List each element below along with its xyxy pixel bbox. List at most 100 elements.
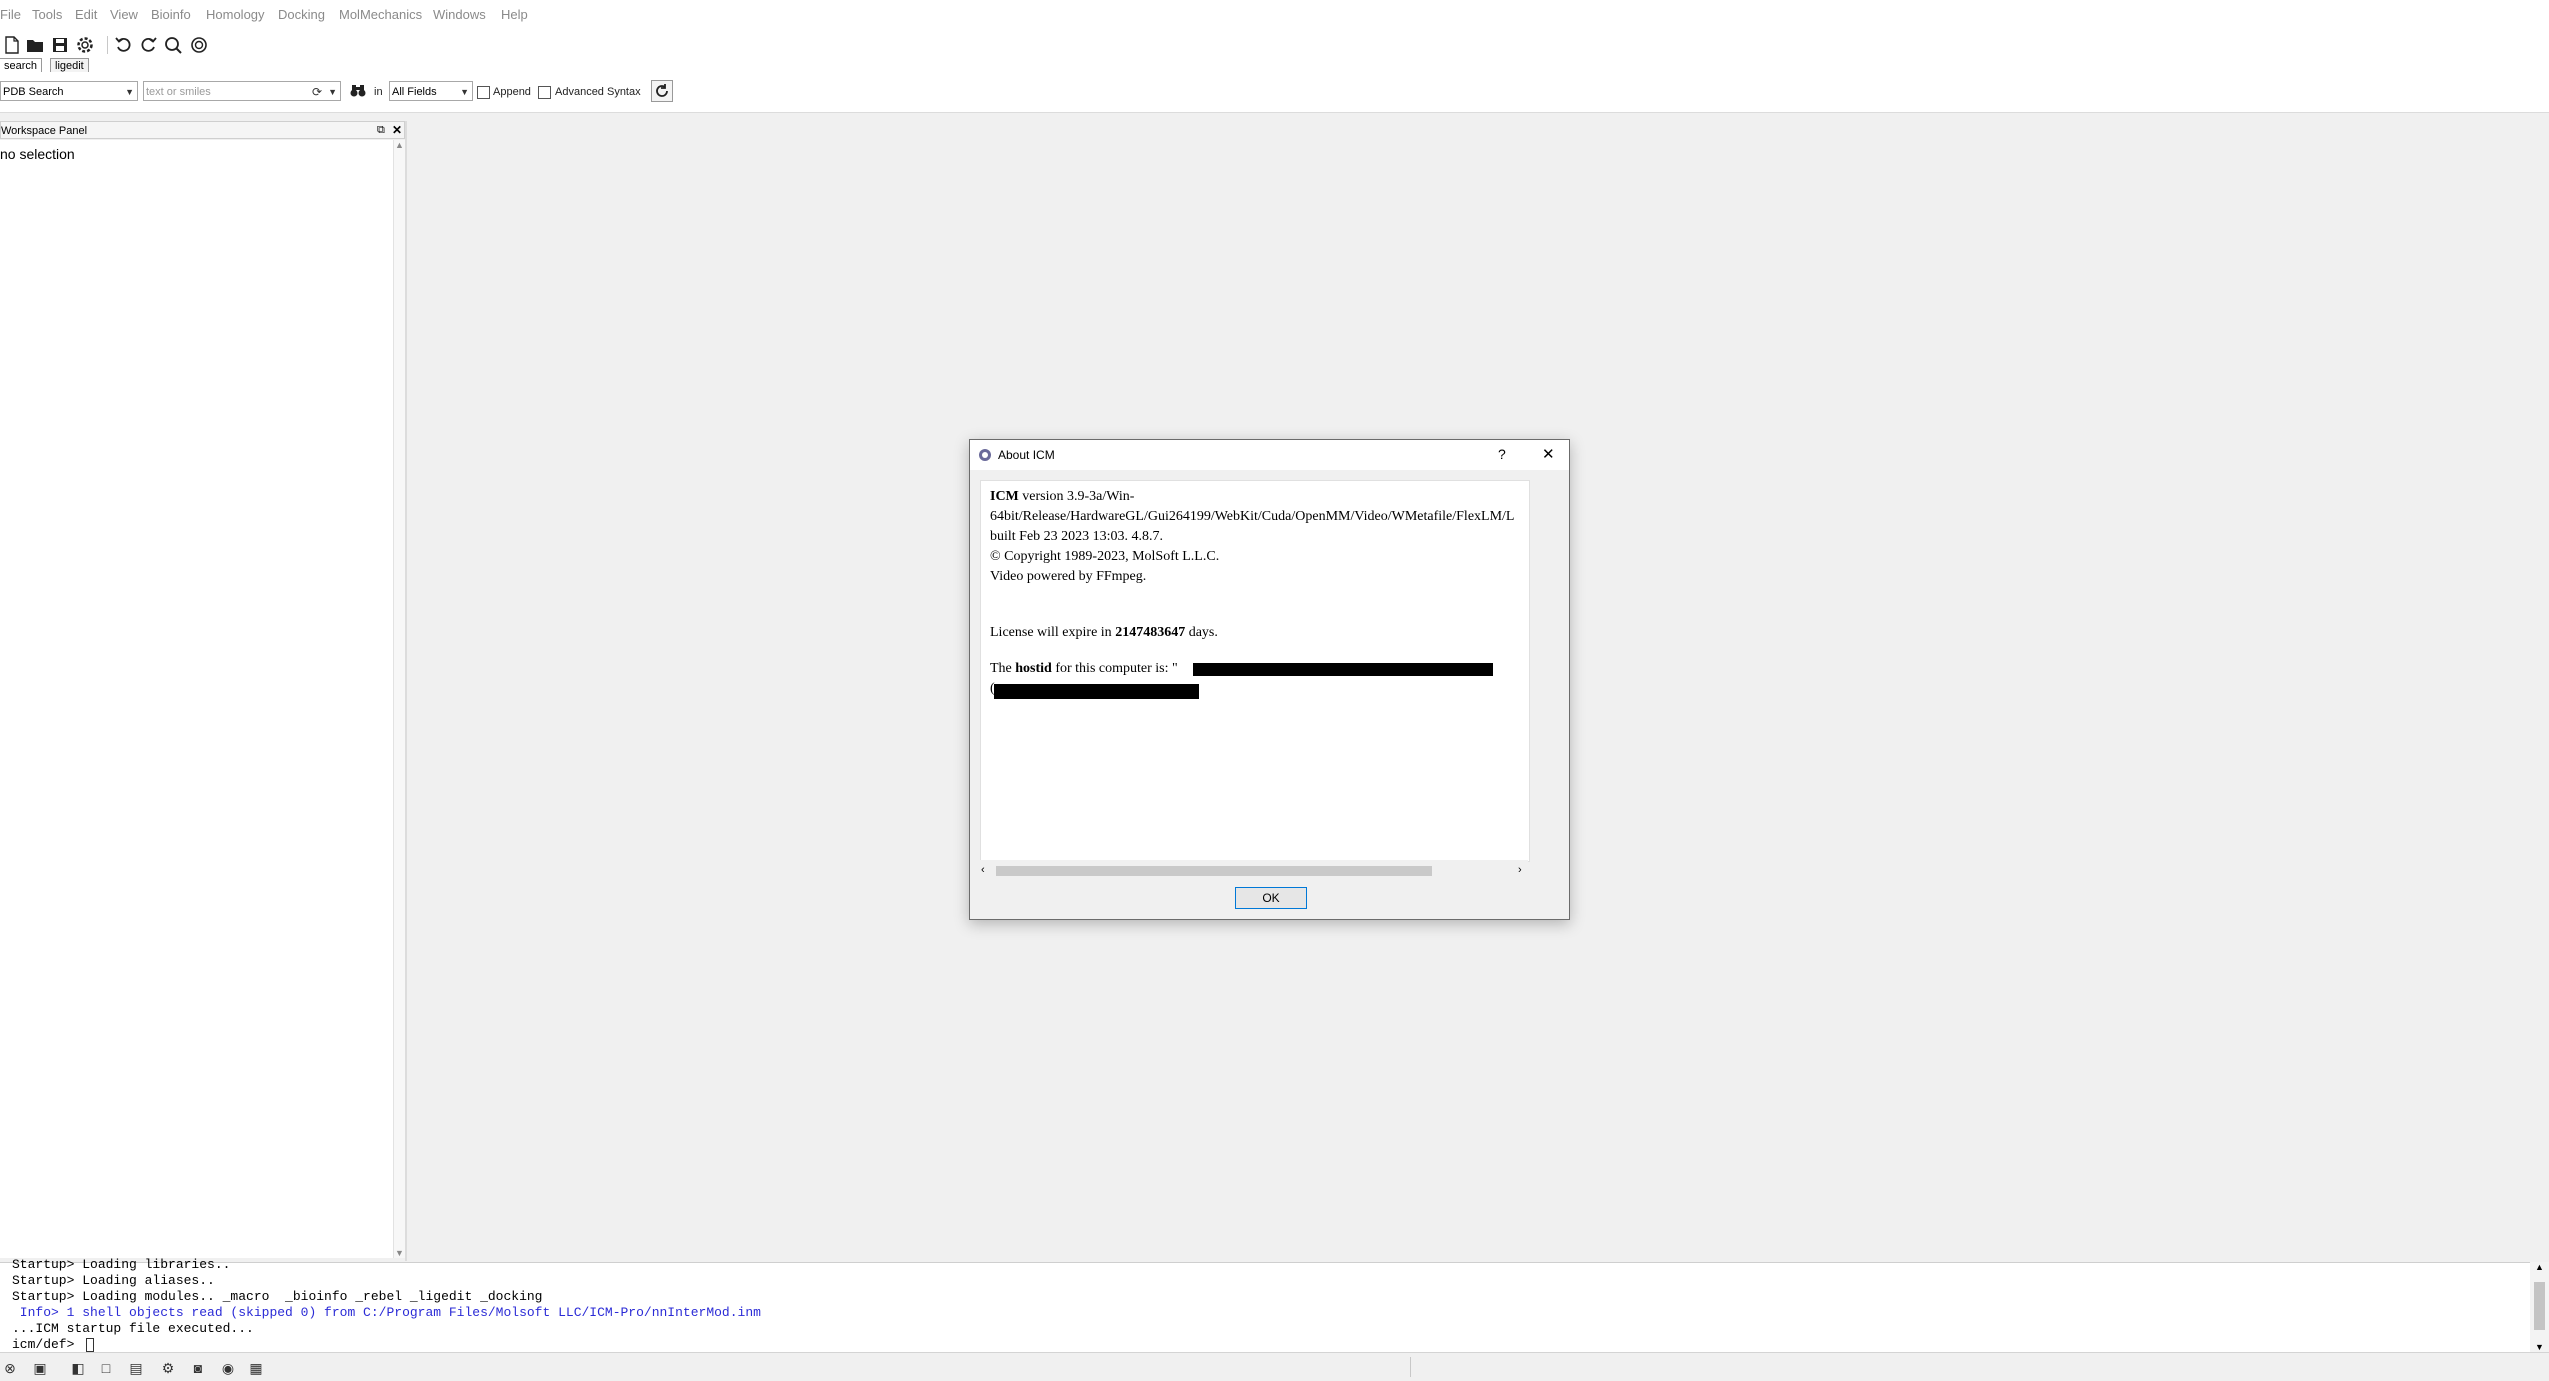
horizontal-scroll-thumb[interactable] <box>996 866 1432 876</box>
search-input-placeholder: text or smiles <box>146 86 211 98</box>
console-line: Startup> Loading libraries.. <box>12 1257 231 1272</box>
workspace-panel[interactable]: no selection <box>0 140 394 1258</box>
console-prompt[interactable]: icm/def> <box>12 1337 82 1352</box>
eye-icon[interactable]: ◉ <box>218 1358 238 1378</box>
scroll-up-icon[interactable]: ▲ <box>2535 1262 2544 1272</box>
scroll-left-icon[interactable]: ‹ <box>981 864 985 876</box>
binoculars-search-icon[interactable] <box>349 81 367 101</box>
chevron-down-icon: ▼ <box>125 87 134 97</box>
in-label: in <box>374 86 383 98</box>
dialog-titlebar: About ICM ? ✕ <box>970 440 1569 470</box>
refresh-search-icon[interactable] <box>163 34 185 56</box>
redo-icon[interactable] <box>137 34 159 56</box>
advanced-syntax-checkbox[interactable] <box>538 86 551 99</box>
redacted-hostid <box>1193 663 1493 676</box>
console-info-line: Info> 1 shell objects read (skipped 0) f… <box>12 1305 761 1320</box>
ffmpeg-line: Video powered by FFmpeg. <box>990 569 1147 584</box>
new-file-icon[interactable] <box>1 34 23 56</box>
build-date-line: built Feb 23 2023 13:03. 4.8.7. <box>990 529 1164 544</box>
build-flags-line: 64bit/Release/HardwareGL/Gui264199/WebKi… <box>990 509 1515 524</box>
icm-name: ICM <box>990 489 1019 504</box>
menu-tools[interactable]: Tools <box>32 7 62 22</box>
chevron-down-icon[interactable]: ▼ <box>328 82 337 102</box>
help-button[interactable]: ? <box>1498 446 1506 462</box>
scroll-down-icon[interactable]: ▼ <box>395 1248 404 1258</box>
status-bar: ⊗ ▣ ◧ □ ▤ ⚙ ◙ ◉ ▦ <box>0 1352 2549 1381</box>
movie-camera-icon[interactable]: ▦ <box>246 1358 266 1378</box>
refresh-icon <box>656 84 668 97</box>
about-dialog: About ICM ? ✕ ICM version 3.9-3a/Win- 64… <box>969 439 1570 920</box>
scroll-right-icon[interactable]: › <box>1518 864 1522 876</box>
help-icon[interactable] <box>188 34 210 56</box>
open-folder-icon[interactable] <box>24 34 46 56</box>
text-cursor <box>86 1338 94 1352</box>
menu-homology[interactable]: Homology <box>206 7 265 22</box>
undock-icon[interactable]: ⧉ <box>377 122 385 138</box>
workspace-panel-header: Workspace Panel ⧉ ✕ <box>0 121 405 139</box>
menu-windows[interactable]: Windows <box>433 7 486 22</box>
advanced-syntax-label: Advanced Syntax <box>555 86 641 98</box>
undo-icon[interactable] <box>113 34 135 56</box>
workspace-selection-text: no selection <box>0 146 75 162</box>
tab-search[interactable]: search <box>0 58 43 73</box>
panel-layout-icon[interactable]: ◧ <box>68 1358 88 1378</box>
blank-view-icon[interactable]: □ <box>96 1358 116 1378</box>
append-checkbox[interactable] <box>477 86 490 99</box>
menu-edit[interactable]: Edit <box>75 7 97 22</box>
table-icon[interactable]: ▤ <box>126 1358 146 1378</box>
close-icon[interactable]: ✕ <box>392 122 402 138</box>
menu-help[interactable]: Help <box>501 7 528 22</box>
panel-tabs: search ligedit <box>0 58 2549 73</box>
toolbar-separator <box>107 36 108 54</box>
horizontal-scrollbar[interactable]: ‹ › <box>980 860 1528 882</box>
save-icon[interactable] <box>49 34 71 56</box>
console-line: ...ICM startup file executed... <box>12 1321 254 1336</box>
copyright-line: © Copyright 1989-2023, MolSoft L.L.C. <box>990 549 1220 564</box>
search-input[interactable]: text or smiles ⟳ ▼ <box>143 81 341 101</box>
version-text: version 3.9-3a/Win- <box>1018 489 1135 504</box>
about-text-area[interactable]: ICM version 3.9-3a/Win- 64bit/Release/Ha… <box>980 480 1530 862</box>
license-line: License will expire in 2147483647 days. <box>990 625 1218 640</box>
settings-gear-icon[interactable] <box>74 34 96 56</box>
status-divider <box>1410 1357 1411 1377</box>
refresh-button[interactable] <box>651 80 673 102</box>
redacted-hostid-2 <box>994 684 1199 699</box>
menu-molmechanics[interactable]: MolMechanics <box>339 7 422 22</box>
console-scrollbar[interactable]: ▲ ▼ <box>2530 1262 2549 1352</box>
camera-icon[interactable]: ◙ <box>188 1358 208 1378</box>
version-line: ICM version 3.9-3a/Win- <box>990 487 1134 507</box>
close-button[interactable]: ✕ <box>1542 445 1555 463</box>
main-toolbar <box>0 30 2549 60</box>
menu-bar: File Tools Edit View Bioinfo Homology Do… <box>0 0 2549 31</box>
search-field-value: All Fields <box>392 86 437 98</box>
history-clock-icon[interactable]: ⟳ <box>312 82 322 102</box>
scroll-down-icon[interactable]: ▼ <box>2535 1342 2544 1352</box>
tab-ligedit[interactable]: ligedit <box>50 58 89 73</box>
graphics-icon[interactable]: ▣ <box>30 1358 50 1378</box>
ok-button[interactable]: OK <box>1235 887 1307 909</box>
search-field-select[interactable]: All Fields ▼ <box>389 81 473 101</box>
dialog-title: About ICM <box>998 448 1055 462</box>
workspace-panel-title: Workspace Panel <box>1 125 88 137</box>
hostid-line: The hostid for this computer is: " <box>990 661 1178 676</box>
menu-view[interactable]: View <box>110 7 138 22</box>
console-scroll-thumb[interactable] <box>2534 1282 2545 1330</box>
hostid-label: hostid <box>1015 661 1052 676</box>
gear-icon[interactable]: ⚙ <box>158 1358 178 1378</box>
stop-icon[interactable]: ⊗ <box>0 1358 20 1378</box>
terminal-console[interactable]: Startup> Loading libraries.. Startup> Lo… <box>0 1257 2549 1353</box>
app-logo-icon <box>979 449 991 461</box>
menu-docking[interactable]: Docking <box>278 7 325 22</box>
console-line: Startup> Loading aliases.. <box>12 1273 215 1288</box>
panel-splitter[interactable] <box>405 121 407 1261</box>
scroll-up-icon[interactable]: ▲ <box>395 140 404 150</box>
search-source-select[interactable]: PDB Search ▼ <box>0 81 138 101</box>
search-bar: PDB Search ▼ text or smiles ⟳ ▼ in All F… <box>0 72 2549 113</box>
chevron-down-icon: ▼ <box>460 87 469 97</box>
license-days: 2147483647 <box>1115 625 1186 640</box>
menu-bioinfo[interactable]: Bioinfo <box>151 7 191 22</box>
menu-file[interactable]: File <box>0 7 21 22</box>
append-label: Append <box>493 86 531 98</box>
console-line: Startup> Loading modules.. _macro _bioin… <box>12 1289 543 1304</box>
search-source-value: PDB Search <box>3 86 64 98</box>
